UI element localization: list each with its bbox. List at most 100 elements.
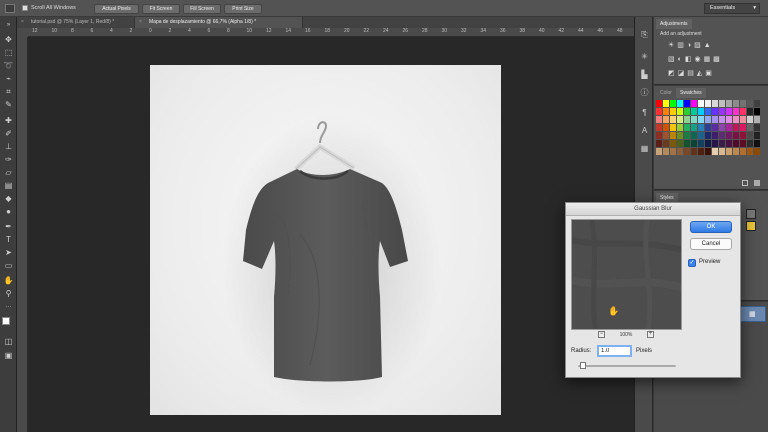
color-swatch[interactable]	[747, 148, 754, 155]
blur-preview[interactable]: ✋	[571, 219, 682, 330]
color-swatch[interactable]	[656, 116, 663, 123]
color-swatch[interactable]	[663, 108, 670, 115]
path-select-tool-icon[interactable]: ➤	[3, 248, 14, 258]
color-swatch[interactable]	[747, 140, 754, 147]
color-swatch[interactable]	[691, 116, 698, 123]
color-swatch[interactable]	[684, 132, 691, 139]
marquee-tool-icon[interactable]: ⬚	[3, 48, 14, 58]
color-swatch[interactable]	[698, 116, 705, 123]
adjustment-icons-row-3[interactable]: ◩◪▤◭▣	[668, 69, 758, 77]
color-swatch[interactable]	[719, 100, 726, 107]
radius-slider-knob[interactable]	[579, 362, 586, 369]
color-swatch[interactable]	[698, 100, 705, 107]
history-icon[interactable]: ⎘	[639, 29, 650, 40]
color-swatch[interactable]	[663, 124, 670, 131]
close-icon[interactable]: ×	[139, 17, 142, 28]
info-icon[interactable]: ⓘ	[639, 87, 650, 98]
tab-swatches[interactable]: Swatches	[676, 88, 706, 98]
ok-button[interactable]: OK	[690, 221, 732, 233]
quick-select-tool-icon[interactable]: ⌁	[3, 74, 14, 84]
color-swatch[interactable]	[670, 132, 677, 139]
color-swatch[interactable]	[684, 108, 691, 115]
color-swatch[interactable]	[663, 100, 670, 107]
properties-icon[interactable]: ▦	[639, 143, 650, 154]
color-swatch[interactable]	[684, 100, 691, 107]
tab-color[interactable]: Color	[656, 88, 676, 98]
color-swatch[interactable]	[670, 148, 677, 155]
tab-mapa-de-desplazamiento[interactable]: × Mapa de desplazamiento @ 66,7% (Alpha 1…	[135, 17, 303, 28]
color-swatch[interactable]	[691, 140, 698, 147]
color-swatch[interactable]	[691, 100, 698, 107]
color-swatch[interactable]	[698, 108, 705, 115]
radius-input[interactable]	[597, 345, 632, 357]
color-swatch[interactable]	[726, 100, 733, 107]
more-tools-icon[interactable]: ···	[3, 302, 14, 312]
color-swatch[interactable]	[712, 108, 719, 115]
color-swatch[interactable]	[740, 116, 747, 123]
color-swatch[interactable]	[691, 124, 698, 131]
history-brush-tool-icon[interactable]: ✑	[3, 155, 14, 165]
zoom-out-button[interactable]: −	[598, 331, 605, 338]
color-swatch[interactable]	[733, 108, 740, 115]
color-swatch[interactable]	[670, 100, 677, 107]
selected-layer[interactable]: ▦	[740, 306, 766, 322]
color-swatch[interactable]	[740, 148, 747, 155]
close-icon[interactable]: ×	[21, 17, 24, 28]
brush-settings-icon[interactable]: ✳	[639, 51, 650, 62]
eyedropper-tool-icon[interactable]: ✎	[3, 100, 14, 110]
color-swatch[interactable]	[719, 108, 726, 115]
color-swatch[interactable]	[684, 148, 691, 155]
clone-stamp-tool-icon[interactable]: ⊥	[3, 142, 14, 152]
color-swatch[interactable]	[719, 124, 726, 131]
color-swatch[interactable]	[677, 108, 684, 115]
zoom-tool-icon[interactable]: ⚲	[3, 289, 14, 299]
zoom-in-button[interactable]: +	[647, 331, 654, 338]
radius-slider-track[interactable]	[578, 365, 676, 367]
color-swatch[interactable]	[726, 116, 733, 123]
color-swatch[interactable]	[677, 124, 684, 131]
cancel-button[interactable]: Cancel	[690, 238, 732, 250]
color-swatch[interactable]	[754, 100, 761, 107]
color-swatch[interactable]	[663, 132, 670, 139]
dodge-tool-icon[interactable]: ●	[3, 207, 14, 217]
color-swatch[interactable]	[691, 132, 698, 139]
ruler-origin[interactable]	[17, 28, 28, 37]
eraser-tool-icon[interactable]: ▱	[3, 168, 14, 178]
tab-tutorial[interactable]: × tutorial.psd @ 75% (Layer 1, Red/8) *	[17, 17, 135, 28]
color-swatch[interactable]	[705, 132, 712, 139]
color-swatch[interactable]	[712, 132, 719, 139]
color-swatch[interactable]	[705, 116, 712, 123]
character-icon[interactable]: A	[639, 125, 650, 136]
color-swatch[interactable]	[754, 140, 761, 147]
fit-screen-button[interactable]: Fit Screen	[142, 4, 180, 14]
color-swatch[interactable]	[712, 100, 719, 107]
color-swatch[interactable]	[754, 132, 761, 139]
color-swatch[interactable]	[698, 148, 705, 155]
tab-adjustments[interactable]: Adjustments	[656, 19, 692, 29]
quick-mask-icon[interactable]: ◫	[3, 337, 14, 347]
adjustment-icons-row-1[interactable]: ☀▥◑▨▲	[668, 41, 758, 49]
color-swatch[interactable]	[677, 100, 684, 107]
healing-brush-tool-icon[interactable]: ✚	[3, 116, 14, 126]
foreground-color-swatch[interactable]	[2, 317, 10, 325]
color-swatch[interactable]	[670, 116, 677, 123]
color-swatch[interactable]	[747, 100, 754, 107]
fill-screen-button[interactable]: Fill Screen	[183, 4, 221, 14]
hand-tool-icon[interactable]	[5, 4, 15, 13]
color-swatch[interactable]	[663, 140, 670, 147]
preview-checkbox[interactable]: ✓	[688, 259, 696, 267]
color-swatch[interactable]	[698, 140, 705, 147]
color-swatch[interactable]	[712, 116, 719, 123]
color-swatch[interactable]	[754, 108, 761, 115]
color-swatch[interactable]	[656, 132, 663, 139]
color-swatch[interactable]	[719, 140, 726, 147]
scroll-all-checkbox[interactable]	[22, 5, 28, 11]
type-tool-icon[interactable]: T	[3, 235, 14, 245]
paragraph-icon[interactable]: ¶	[639, 107, 650, 118]
color-swatch[interactable]	[691, 108, 698, 115]
style-swatch[interactable]	[746, 209, 756, 219]
color-swatch[interactable]	[691, 148, 698, 155]
color-swatch[interactable]	[726, 132, 733, 139]
color-swatch[interactable]	[747, 132, 754, 139]
color-swatch[interactable]	[733, 148, 740, 155]
